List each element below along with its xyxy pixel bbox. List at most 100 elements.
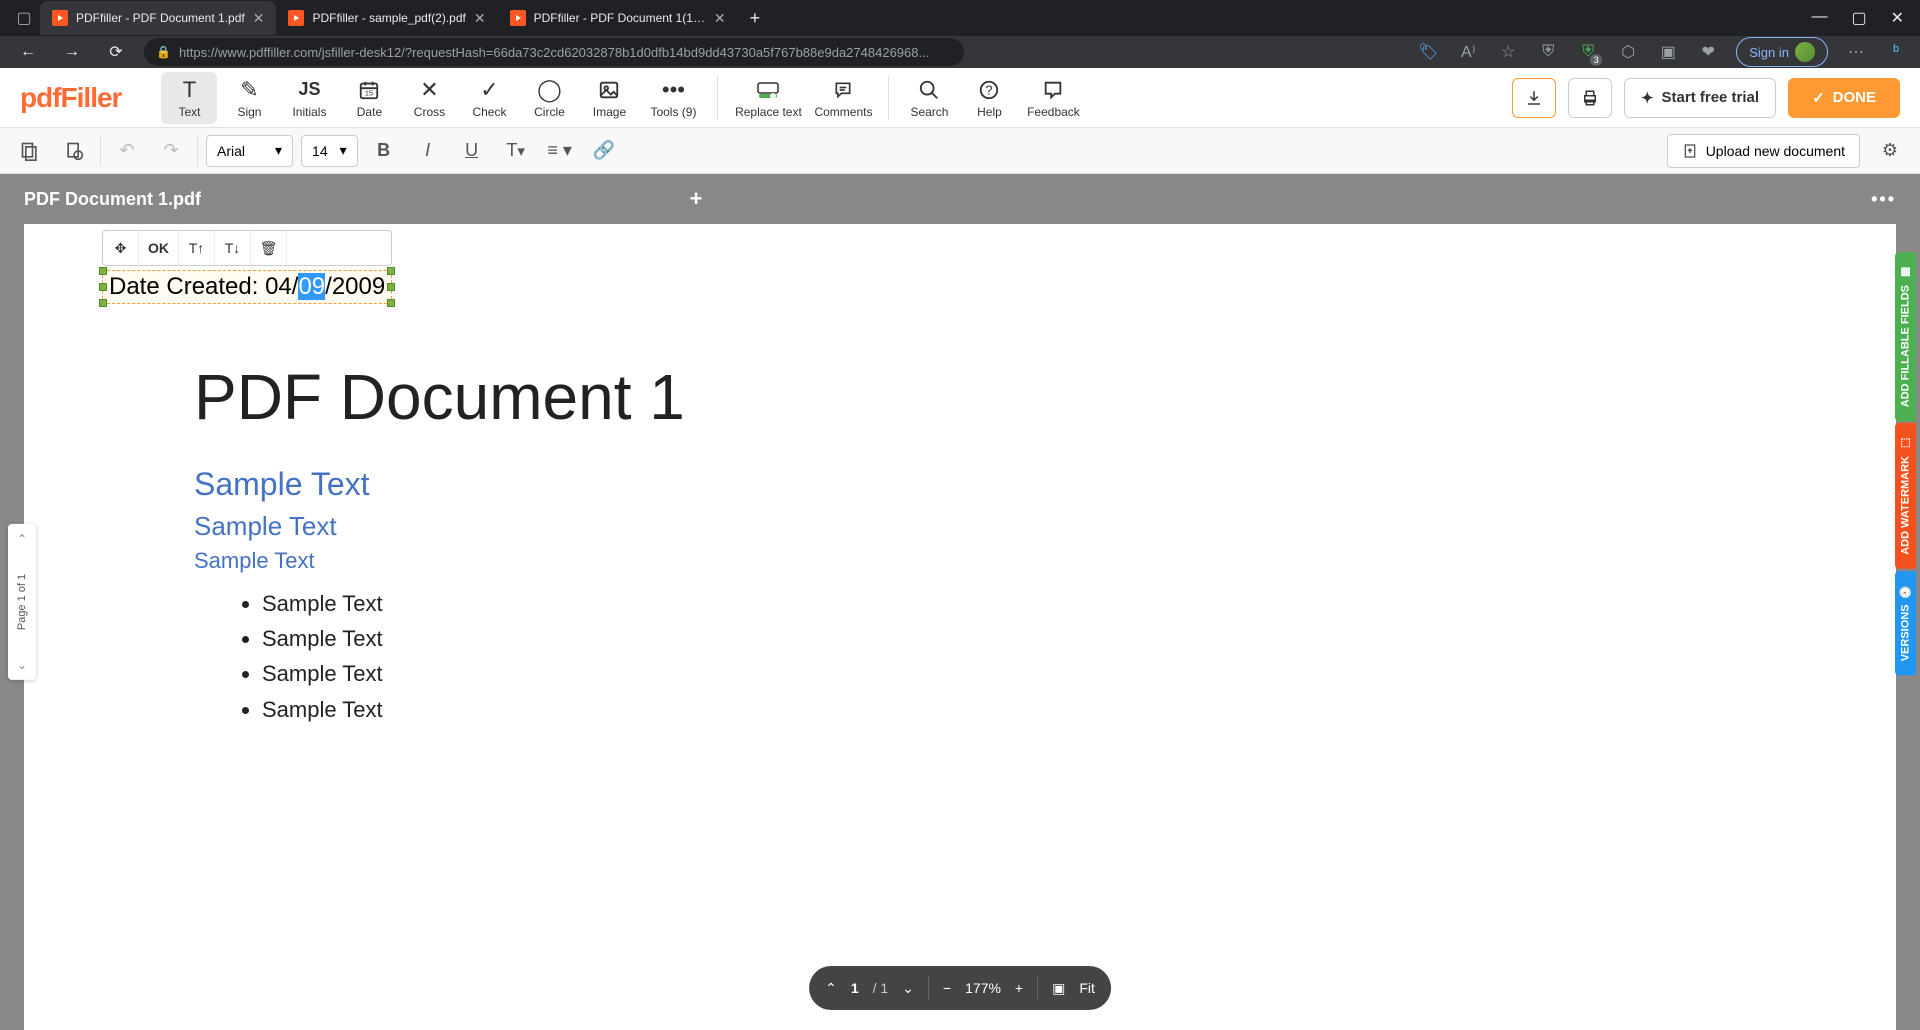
tool-feedback[interactable]: Feedback xyxy=(1021,72,1085,124)
start-trial-button[interactable]: ✦ Start free trial xyxy=(1624,78,1776,118)
prev-page-button[interactable]: ⌃ xyxy=(825,980,837,997)
tool-text[interactable]: T Text xyxy=(161,72,217,124)
tool-check[interactable]: ✓ Check xyxy=(461,72,517,124)
extensions-icon[interactable]: ⬡ xyxy=(1616,40,1640,64)
bing-icon[interactable]: ᵇ xyxy=(1884,40,1908,64)
browser-tab-1[interactable]: PDFfiller - PDF Document 1.pdf ✕ xyxy=(40,1,276,35)
delete-button[interactable]: 🗑 xyxy=(251,231,287,265)
doc-title: PDF Document 1 xyxy=(194,360,1726,434)
ok-button[interactable]: OK xyxy=(139,231,179,265)
url-input[interactable]: 🔒 https://www.pdffiller.com/jsfiller-des… xyxy=(144,38,964,66)
close-icon[interactable]: ✕ xyxy=(253,10,265,27)
tool-cross[interactable]: ✕ Cross xyxy=(401,72,457,124)
collections-icon[interactable]: ▣ xyxy=(1656,40,1680,64)
align-button[interactable]: ≡ ▾ xyxy=(542,133,578,169)
signin-button[interactable]: Sign in xyxy=(1736,37,1828,67)
browser-tab-3[interactable]: PDFfiller - PDF Document 1(1).pd ✕ xyxy=(498,1,738,35)
italic-button[interactable]: I xyxy=(410,133,446,169)
text-format-button[interactable]: T▾ xyxy=(498,133,534,169)
link-button[interactable]: 🔗 xyxy=(586,133,622,169)
zoom-out-button[interactable]: − xyxy=(943,980,951,996)
upload-document-button[interactable]: Upload new document xyxy=(1667,134,1860,168)
maximize-icon[interactable]: ▢ xyxy=(1851,8,1866,28)
font-select[interactable]: Arial ▾ xyxy=(206,135,293,167)
tool-image[interactable]: Image xyxy=(581,72,637,124)
reload-button[interactable]: ⟳ xyxy=(100,36,132,68)
tool-replace[interactable]: Replace text xyxy=(730,72,806,124)
separator xyxy=(197,136,198,166)
underline-button[interactable]: U xyxy=(454,133,490,169)
resize-handle[interactable] xyxy=(99,299,107,307)
doc-more-button[interactable]: ••• xyxy=(1871,189,1896,210)
menu-icon[interactable]: ⋯ xyxy=(1844,40,1868,64)
page[interactable]: ✥ OK T↑ T↓ 🗑 Date Created: 04/09/2009 xyxy=(24,224,1896,1030)
tab-overview-icon[interactable]: ▢ xyxy=(8,2,40,34)
page-options-button[interactable] xyxy=(56,133,92,169)
resize-handle[interactable] xyxy=(387,267,395,275)
redo-button[interactable]: ↷ xyxy=(153,133,189,169)
favorite-icon[interactable]: ☆ xyxy=(1496,40,1520,64)
close-window-icon[interactable]: ✕ xyxy=(1891,8,1904,28)
resize-handle[interactable] xyxy=(99,283,107,291)
bullet-list: Sample Text Sample Text Sample Text Samp… xyxy=(194,586,1726,727)
undo-button[interactable]: ↶ xyxy=(109,133,145,169)
new-tab-button[interactable]: + xyxy=(738,8,773,29)
minimize-icon[interactable]: — xyxy=(1811,8,1827,28)
main-toolbar: pdfFiller T Text ✎ Sign JS Initials 15 D… xyxy=(0,68,1920,128)
tool-date[interactable]: 15 Date xyxy=(341,72,397,124)
increase-font-button[interactable]: T↑ xyxy=(179,231,215,265)
tab-title: PDFfiller - PDF Document 1(1).pd xyxy=(534,11,706,25)
page-indicator: Page 1 of 1 xyxy=(16,554,28,650)
close-icon[interactable]: ✕ xyxy=(714,10,726,27)
adblock-icon[interactable]: ⛨ xyxy=(1576,40,1600,64)
sidetab-watermark[interactable]: ADD WATERMARK ⬚ xyxy=(1895,423,1916,569)
list-item: Sample Text xyxy=(262,692,1726,727)
zoom-in-button[interactable]: + xyxy=(1015,980,1023,996)
page-down-button[interactable]: ⌄ xyxy=(17,658,27,672)
text-field[interactable]: Date Created: 04/09/2009 xyxy=(102,270,392,304)
done-button[interactable]: ✓ DONE xyxy=(1788,78,1900,118)
back-button[interactable]: ← xyxy=(12,36,44,68)
resize-handle[interactable] xyxy=(387,299,395,307)
forward-button[interactable]: → xyxy=(56,36,88,68)
move-handle-icon[interactable]: ✥ xyxy=(103,231,139,265)
tool-search[interactable]: Search xyxy=(901,72,957,124)
tool-circle[interactable]: ◯ Circle xyxy=(521,72,577,124)
resize-handle[interactable] xyxy=(387,283,395,291)
tool-help[interactable]: ? Help xyxy=(961,72,1017,124)
settings-button[interactable]: ⚙ xyxy=(1872,133,1908,169)
text-edit-box[interactable]: ✥ OK T↑ T↓ 🗑 Date Created: 04/09/2009 xyxy=(102,230,392,304)
sidetab-fillable-fields[interactable]: ADD FILLABLE FIELDS ▦ xyxy=(1895,252,1916,421)
print-button[interactable] xyxy=(1568,78,1612,118)
page-current[interactable]: 1 xyxy=(851,980,859,996)
cross-icon: ✕ xyxy=(420,77,438,103)
fit-button[interactable]: Fit xyxy=(1079,980,1095,996)
separator xyxy=(1037,976,1038,1000)
wellness-icon[interactable]: ❤ xyxy=(1696,40,1720,64)
avatar-icon xyxy=(1795,42,1815,62)
page-up-button[interactable]: ⌃ xyxy=(17,532,27,546)
image-icon xyxy=(598,77,620,103)
side-tabs: ADD FILLABLE FIELDS ▦ ADD WATERMARK ⬚ VE… xyxy=(1895,252,1916,675)
sign-icon: ✎ xyxy=(240,77,258,103)
logo[interactable]: pdfFiller xyxy=(20,82,121,114)
tag-icon[interactable]: 🏷 xyxy=(1416,40,1440,64)
decrease-font-button[interactable]: T↓ xyxy=(215,231,251,265)
svg-text:15: 15 xyxy=(365,88,373,97)
bold-button[interactable]: B xyxy=(366,133,402,169)
sidetab-versions[interactable]: VERSIONS 🕑 xyxy=(1895,571,1916,675)
tool-more[interactable]: ••• Tools (9) xyxy=(641,72,705,124)
tool-comments[interactable]: Comments xyxy=(810,72,876,124)
read-aloud-icon[interactable]: A⁾ xyxy=(1456,40,1480,64)
add-page-button[interactable]: + xyxy=(690,186,703,212)
next-page-button[interactable]: ⌄ xyxy=(902,980,914,997)
fontsize-select[interactable]: 14 ▾ xyxy=(301,135,358,167)
close-icon[interactable]: ✕ xyxy=(474,10,486,27)
pages-panel-button[interactable] xyxy=(12,133,48,169)
tool-initials[interactable]: JS Initials xyxy=(281,72,337,124)
tool-sign[interactable]: ✎ Sign xyxy=(221,72,277,124)
shield-icon[interactable]: ⛨ xyxy=(1536,40,1560,64)
browser-tab-2[interactable]: PDFfiller - sample_pdf(2).pdf ✕ xyxy=(276,1,497,35)
resize-handle[interactable] xyxy=(99,267,107,275)
download-button[interactable] xyxy=(1512,78,1556,118)
